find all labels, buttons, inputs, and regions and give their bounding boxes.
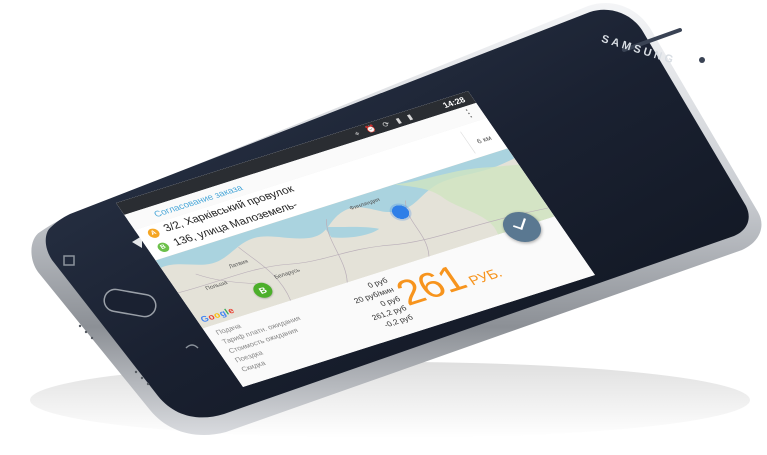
pin-b-icon: B [155,241,172,254]
pin-a-icon: A [145,227,162,240]
check-icon [512,215,526,230]
divider [460,131,476,154]
total-currency: РУБ. [465,264,506,289]
route-distance: 6 км [475,134,494,146]
more-vertical-icon[interactable]: ⋮ [459,106,478,121]
